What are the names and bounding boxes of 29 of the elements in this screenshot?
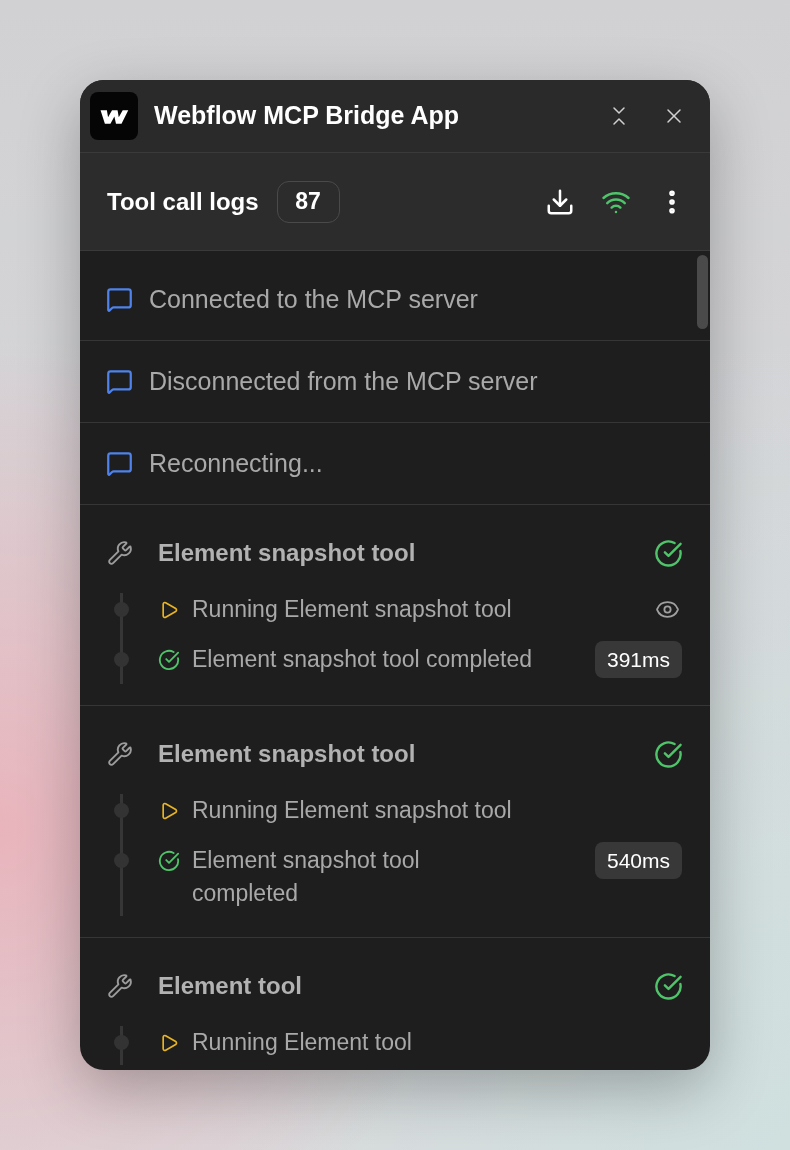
scrollbar-thumb[interactable] [697, 255, 708, 329]
log-message: Connected to the MCP server [149, 283, 478, 315]
duration-badge: 540ms [594, 842, 682, 879]
tool-title: Element tool [158, 971, 303, 1001]
wrench-icon [107, 973, 133, 999]
tool-title: Element snapshot tool [158, 538, 417, 568]
count-badge: 87 [276, 180, 340, 223]
play-icon [159, 800, 179, 821]
play-icon [159, 1032, 179, 1053]
step-text: Running Element snapshot tool [192, 796, 513, 825]
window-title: Webflow MCP Bridge App [154, 100, 461, 132]
play-icon [159, 599, 179, 620]
chat-bubble-icon [106, 368, 133, 395]
app-logo-icon [90, 92, 138, 140]
chat-bubble-icon [106, 286, 133, 313]
wrench-icon [107, 741, 133, 767]
chat-bubble-icon [106, 450, 133, 477]
step-text: Element snapshot tool completed [192, 645, 534, 674]
log-message: Disconnected from the MCP server [149, 365, 538, 397]
step-text: Running Element tool [192, 1028, 413, 1057]
wrench-icon [107, 540, 133, 566]
step-text: Element snapshot tool completed [192, 846, 421, 908]
logs-title: Tool call logs [107, 186, 259, 217]
tool-title: Element snapshot tool [158, 739, 417, 769]
duration-badge: 391ms [594, 641, 682, 678]
log-message: Reconnecting... [149, 447, 323, 479]
check-circle-icon [158, 648, 180, 671]
step-text: Running Element snapshot tool [192, 595, 513, 624]
check-circle-icon [158, 849, 180, 872]
